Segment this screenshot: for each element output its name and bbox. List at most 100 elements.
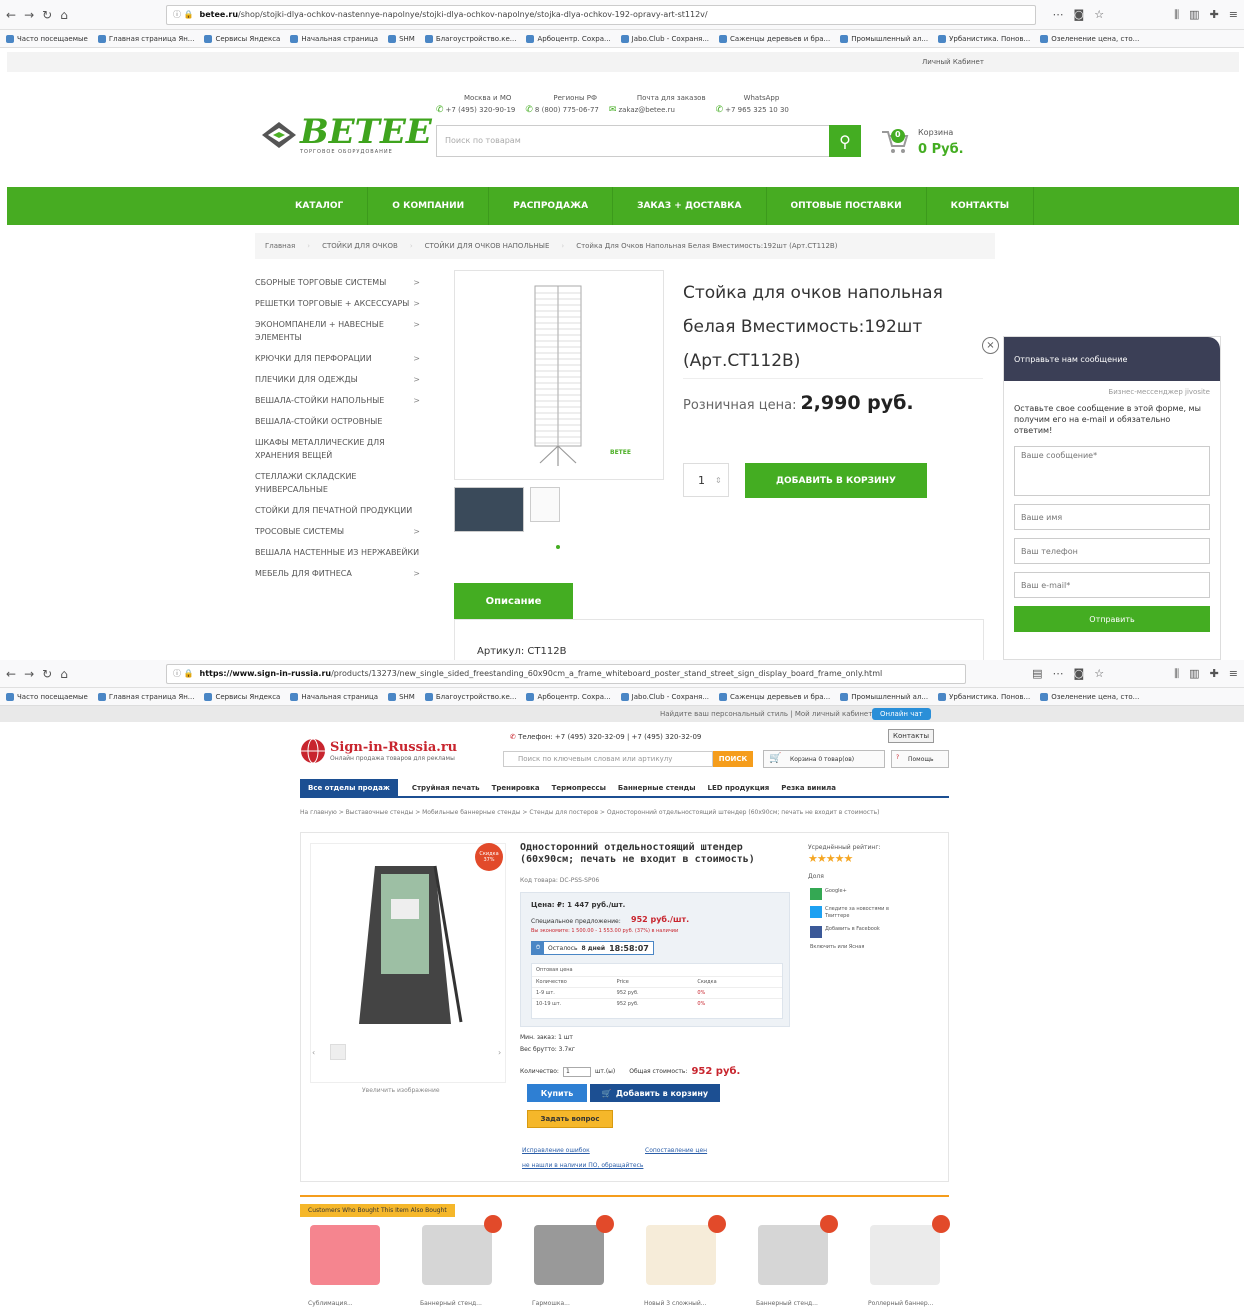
forward-icon[interactable]: → [24,667,34,681]
sidebar-category[interactable]: СБОРНЫЕ ТОРГОВЫЕ СИСТЕМЫ > [255,272,420,293]
bookmark-item[interactable]: Урбанистика. Понов... [938,34,1030,43]
reload-icon[interactable]: ↻ [42,667,52,681]
bookmark-item[interactable]: Начальная страница [290,692,378,701]
sidebar-category[interactable]: ШКАФЫ МЕТАЛЛИЧЕСКИЕ ДЛЯ ХРАНЕНИЯ ВЕЩЕЙ [255,432,420,466]
recommend-item[interactable]: Новый 3 сложный... [636,1215,736,1310]
fix-errors-link[interactable]: Исправление ошибок [522,1147,590,1154]
next-arrow-icon[interactable]: › [498,1048,501,1057]
address-bar-2[interactable]: ⓘ 🔒 https://www.sign-in-russia.ru/produc… [166,663,966,684]
google-plus-icon[interactable] [810,888,822,900]
sidebar-category[interactable]: ТРОСОВЫЕ СИСТЕМЫ > [255,521,420,542]
sir-search-button[interactable]: ПОИСК [713,751,753,767]
ask-question-button[interactable]: Задать вопрос [527,1110,613,1128]
add-to-cart-button[interactable]: ДОБАВИТЬ В КОРЗИНУ [745,463,927,498]
sidebar-category[interactable]: КРЮЧКИ ДЛЯ ПЕРФОРАЦИИ > [255,348,420,369]
nav-item[interactable]: ЗАКАЗ + ДОСТАВКА [613,187,767,225]
compare-prices-link[interactable]: Сопоставление цен [645,1147,707,1154]
sir-nav-item[interactable]: Баннерные стенды [612,784,702,792]
share-other[interactable]: Включить или Ясная [810,944,905,951]
library-icon[interactable]: ⫼ [1174,667,1179,681]
breadcrumb-item[interactable]: СТОЙКИ ДЛЯ ОЧКОВ [322,242,398,250]
bookmark-item[interactable]: Озеленение цена, сто... [1040,34,1139,43]
bookmark-item[interactable]: Арбоцентр. Сохра... [526,692,611,701]
recommend-item[interactable]: Сублимация... [300,1215,400,1310]
chat-close-icon[interactable]: × [982,337,999,354]
buy-button[interactable]: Купить [527,1084,587,1102]
add-to-cart-button-2[interactable]: 🛒 Добавить в корзину [590,1084,720,1102]
reader-icon[interactable]: ▤ [1032,667,1042,681]
contact-item[interactable]: WhatsApp ✆ +7 965 325 10 30 [716,92,789,116]
info-icon[interactable]: ⓘ 🔒 [173,9,194,20]
share-twitter[interactable]: Следите за новостями в Твиттере [825,906,905,920]
pocket-icon[interactable]: ◙ [1074,667,1085,681]
account-link[interactable]: Личный Кабинет [922,58,984,66]
tab-description[interactable]: Описание [454,583,573,619]
bookmark-item[interactable]: Саженцы деревьев и бра... [719,34,830,43]
sidebar-category[interactable]: СТЕЛЛАЖИ СКЛАДСКИЕ УНИВЕРСАЛЬНЫЕ [255,466,420,500]
contact-item[interactable]: Регионы РФ ✆ 8 (800) 775-06-77 [525,92,599,116]
zoom-text[interactable]: Увеличить изображение [362,1087,440,1094]
contact-item[interactable]: Почта для заказов ✉ zakaz@betee.ru [609,92,706,116]
chat-name-field[interactable] [1014,504,1210,530]
sir-cart[interactable]: 🛒 Корзина 0 товар(ов) [763,750,885,768]
thumbnail-1[interactable] [454,487,524,532]
bookmark-item[interactable]: Часто посещаемые [6,692,88,701]
recommend-item[interactable]: Баннерный стенд... [748,1215,848,1310]
bookmark-item[interactable]: Промышленный ал... [840,34,928,43]
bookmark-item[interactable]: Озеленение цена, сто... [1040,692,1139,701]
nav-item[interactable]: ОПТОВЫЕ ПОСТАВКИ [767,187,927,225]
bookmark-item[interactable]: Главная страница Ян... [97,692,194,701]
chat-phone-field[interactable] [1014,538,1210,564]
product-image[interactable]: BETEE [454,270,664,480]
bookmark-item[interactable]: Благоустройство.ке... [424,692,516,701]
recommend-item[interactable]: Баннерный стенд... [412,1215,512,1310]
sir-search-input[interactable]: Поиск по ключевым словам или артикулу [503,751,713,767]
breadcrumb-item[interactable]: СТОЙКИ ДЛЯ ОЧКОВ НАПОЛЬНЫЕ [425,242,550,250]
bookmark-item[interactable]: Jabo.Club - Сохраня... [620,34,709,43]
cart-icon[interactable]: 0 [880,126,910,156]
nav-item[interactable]: РАСПРОДАЖА [489,187,614,225]
bookmark-star-icon[interactable]: ☆ [1094,8,1104,22]
forward-icon[interactable]: → [24,8,34,22]
sidebar-icon[interactable]: ▥ [1189,8,1199,22]
search-button[interactable]: ⚲ [829,125,861,157]
hamburger-icon[interactable]: ≡ [1229,8,1238,22]
hamburger-icon[interactable]: ≡ [1229,667,1238,681]
twitter-icon[interactable] [810,906,822,918]
search-input[interactable]: Поиск по товарам [436,125,830,157]
qty-field[interactable]: 1 [562,1066,591,1077]
recommend-item[interactable]: Гармошка... [524,1215,624,1310]
reload-icon[interactable]: ↻ [42,8,52,22]
back-icon[interactable]: ← [6,8,16,22]
sidebar-category[interactable]: МЕБЕЛЬ ДЛЯ ФИТНЕСА > [255,563,420,584]
home-icon[interactable]: ⌂ [60,667,68,681]
sir-nav-item[interactable]: Резка винила [775,784,842,792]
bookmark-item[interactable]: Часто посещаемые [6,34,88,43]
bookmark-item[interactable]: Главная страница Ян... [97,34,194,43]
facebook-icon[interactable] [810,926,822,938]
home-icon[interactable]: ⌂ [60,8,68,22]
stepper-arrows-icon[interactable]: ⇕ [715,476,722,485]
sir-logo[interactable]: Sign-in-Russia.ru Онлайн продажа товаров… [300,738,457,764]
bookmark-item[interactable]: Арбоцентр. Сохра... [526,34,611,43]
bookmark-item[interactable]: Сервисы Яндекса [204,692,280,701]
chat-message-field[interactable] [1014,446,1210,496]
sidebar-category[interactable]: ЭКОНОМПАНЕЛИ + НАВЕСНЫЕ ЭЛЕМЕНТЫ > [255,314,420,348]
thumbnail-2[interactable] [530,487,560,522]
sidebar-category[interactable]: ВЕШАЛА-СТОЙКИ ОСТРОВНЫЕ [255,411,420,432]
bookmark-item[interactable]: Сервисы Яндекса [204,34,280,43]
bookmark-item[interactable]: Саженцы деревьев и бра... [719,692,830,701]
bookmark-item[interactable]: Начальная страница [290,34,378,43]
help-button[interactable]: ? Помощь [891,750,949,768]
prev-arrow-icon[interactable]: ‹ [312,1048,315,1057]
bookmark-star-icon[interactable]: ☆ [1094,667,1104,681]
bookmark-item[interactable]: Jabo.Club - Сохраня... [620,692,709,701]
library-icon[interactable]: ⫼ [1174,8,1179,22]
chat-send-button[interactable]: Отправить [1014,606,1210,632]
bookmark-item[interactable]: Урбанистика. Понов... [938,692,1030,701]
logo[interactable]: BETEE ТОРГОВОЕ ОБОРУДОВАНИЕ [262,115,432,155]
chat-email-field[interactable] [1014,572,1210,598]
nav-item[interactable]: КОНТАКТЫ [927,187,1035,225]
menu-dots-icon[interactable]: ⋯ [1053,8,1064,22]
address-bar[interactable]: ⓘ 🔒 betee.ru/shop/stojki-dlya-ochkov-nas… [166,4,1036,25]
